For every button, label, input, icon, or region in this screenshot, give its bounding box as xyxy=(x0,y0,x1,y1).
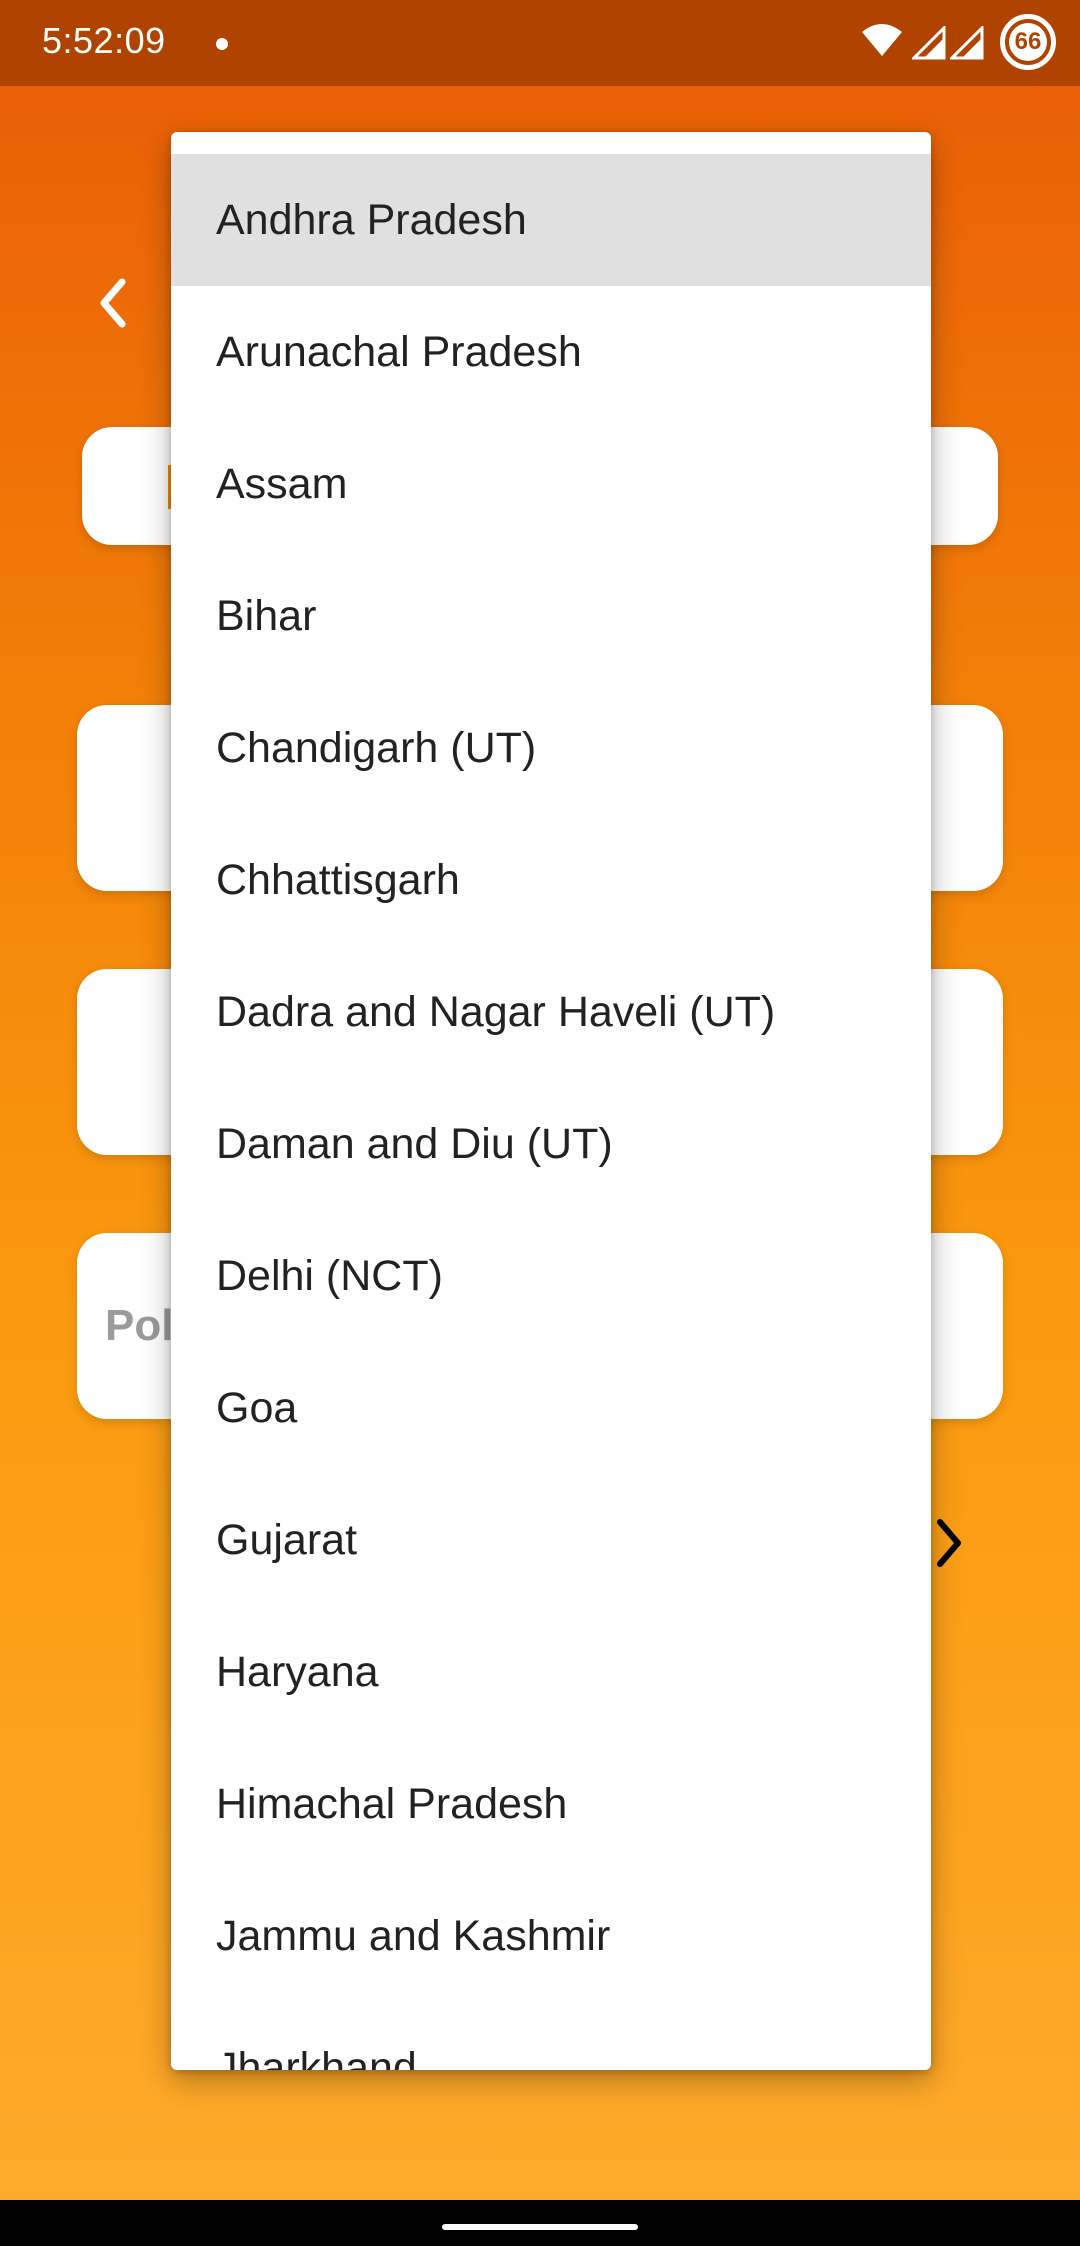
cell-signal-icon-2 xyxy=(950,26,984,60)
battery-icon: 66 xyxy=(1000,14,1056,70)
wifi-icon xyxy=(862,24,902,56)
state-option-delhi[interactable]: Delhi (NCT) xyxy=(171,1210,931,1342)
home-indicator[interactable] xyxy=(442,2224,638,2230)
state-option-chandigarh[interactable]: Chandigarh (UT) xyxy=(171,682,931,814)
app-screen: 5:52:09 66 Pol Andhra Pradesh Arunachal … xyxy=(0,0,1080,2200)
back-arrow-icon[interactable] xyxy=(98,278,126,328)
state-option-gujarat[interactable]: Gujarat xyxy=(171,1474,931,1606)
state-option-jharkhand[interactable]: Jharkhand xyxy=(171,2002,931,2071)
notification-dot-icon xyxy=(216,38,228,50)
state-option-jammu-kashmir[interactable]: Jammu and Kashmir xyxy=(171,1870,931,2002)
navigation-bar xyxy=(0,2200,1080,2246)
state-option-bihar[interactable]: Bihar xyxy=(171,550,931,682)
state-option-goa[interactable]: Goa xyxy=(171,1342,931,1474)
state-option-chhattisgarh[interactable]: Chhattisgarh xyxy=(171,814,931,946)
state-dropdown-menu: Andhra Pradesh Arunachal Pradesh Assam B… xyxy=(171,132,931,2070)
cell-signal-icon xyxy=(912,26,946,60)
status-time: 5:52:09 xyxy=(42,20,166,61)
status-icons: 66 xyxy=(800,0,1080,86)
state-option-arunachal-pradesh[interactable]: Arunachal Pradesh xyxy=(171,286,931,418)
field-label-partial: Pol xyxy=(105,1301,174,1350)
state-option-himachal-pradesh[interactable]: Himachal Pradesh xyxy=(171,1738,931,1870)
state-option-daman-diu[interactable]: Daman and Diu (UT) xyxy=(171,1078,931,1210)
battery-level: 66 xyxy=(1014,28,1042,55)
state-option-andhra-pradesh[interactable]: Andhra Pradesh xyxy=(171,154,931,286)
state-option-assam[interactable]: Assam xyxy=(171,418,931,550)
state-option-dadra-nagar-haveli[interactable]: Dadra and Nagar Haveli (UT) xyxy=(171,946,931,1078)
status-bar: 5:52:09 66 xyxy=(0,0,1080,86)
state-option-haryana[interactable]: Haryana xyxy=(171,1606,931,1738)
state-list: Andhra Pradesh Arunachal Pradesh Assam B… xyxy=(171,154,931,2070)
next-arrow-icon[interactable] xyxy=(936,1518,962,1568)
